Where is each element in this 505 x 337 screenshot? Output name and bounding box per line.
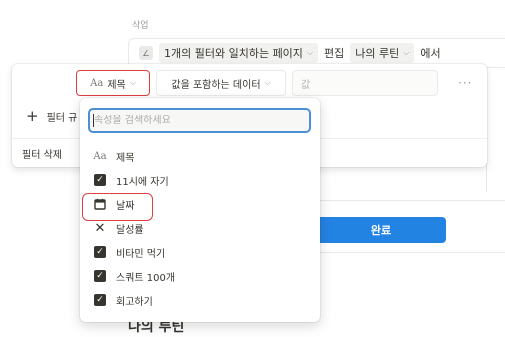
filter-count-text: 1개의 필터와 일치하는 페이지 <box>164 47 303 60</box>
property-item-retrospective[interactable]: ✓ 회고하기 <box>80 288 320 312</box>
divider <box>310 200 505 201</box>
property-item-date[interactable]: 날짜 <box>80 192 320 216</box>
view-name: 나의 루틴 <box>355 47 400 60</box>
formula-x-icon: ✕ <box>94 220 106 236</box>
add-filter-rule-label: 필터 규 <box>46 113 78 124</box>
property-select[interactable]: Aa 제목 ⌵ <box>76 70 150 96</box>
section-label: 삭업 <box>132 21 149 31</box>
checkbox-icon: ✓ <box>94 294 106 306</box>
text-type-icon: Aa <box>93 150 107 162</box>
chevron-down-icon: ⌵ <box>264 78 271 87</box>
property-item-label: 비타민 먹기 <box>116 248 166 260</box>
background-panel-edge <box>486 72 505 192</box>
property-search-box[interactable] <box>88 108 311 133</box>
text-type-icon: Aa <box>90 77 104 89</box>
property-item-take-vitamins[interactable]: ✓ 비타민 먹기 <box>80 240 320 264</box>
property-dropdown: Aa 제목 ✓ 11시에 자기 날짜 ✕ 달성률 ✓ 비타민 먹기 <box>80 98 320 322</box>
property-item-label: 11시에 자기 <box>116 176 169 188</box>
operator-select[interactable]: 값을 포함하는 데이터 ⌵ <box>156 70 286 96</box>
checkbox-icon: ✓ <box>94 246 106 258</box>
chevron-down-icon: ⌵ <box>306 48 314 57</box>
collapse-arrow-icon[interactable]: ∠ <box>139 46 153 60</box>
delete-filter-button[interactable]: 필터 삭제 <box>22 146 62 161</box>
property-item-label: 스쿼트 100개 <box>116 272 176 284</box>
property-item-label: 회고하기 <box>116 296 153 308</box>
property-list: Aa 제목 ✓ 11시에 자기 날짜 ✕ 달성률 ✓ 비타민 먹기 ✓ 스쿼트 … <box>80 144 320 312</box>
plus-icon: + <box>26 107 39 125</box>
chevron-down-icon: ⌵ <box>403 48 410 57</box>
suffix-label: 에서 <box>420 47 441 60</box>
more-options-icon[interactable]: ··· <box>458 76 472 90</box>
property-item-label: 달성률 <box>116 224 144 236</box>
view-select[interactable]: 나의 루틴 ⌵ <box>350 43 415 63</box>
property-search-input[interactable] <box>94 115 309 126</box>
filter-value-input[interactable]: 값 <box>292 70 438 96</box>
property-item-label: 제목 <box>116 152 135 164</box>
done-button[interactable]: 완료 <box>316 217 446 243</box>
add-filter-rule-button[interactable]: + 필터 규 <box>26 107 78 125</box>
edit-label: 편집 <box>324 47 345 60</box>
property-select-label: 제목 <box>107 79 126 91</box>
chevron-down-icon: ⌵ <box>129 78 136 87</box>
property-item-achievement-rate[interactable]: ✕ 달성률 <box>80 216 320 240</box>
operator-select-label: 값을 포함하는 데이터 <box>171 79 261 91</box>
filter-rule-row: Aa 제목 ⌵ 값을 포함하는 데이터 ⌵ 값 ··· <box>76 70 472 96</box>
divider <box>310 252 505 253</box>
calendar-icon <box>94 198 106 210</box>
property-item-sleep-at-11[interactable]: ✓ 11시에 자기 <box>80 168 320 192</box>
filter-value-placeholder: 값 <box>301 79 311 91</box>
property-item-title[interactable]: Aa 제목 <box>80 144 320 168</box>
property-item-squats[interactable]: ✓ 스쿼트 100개 <box>80 264 320 288</box>
checkbox-icon: ✓ <box>94 270 106 282</box>
checkbox-icon: ✓ <box>94 174 106 186</box>
property-item-label: 날짜 <box>116 200 135 212</box>
filter-count-chip[interactable]: 1개의 필터와 일치하는 페이지 ⌵ <box>159 43 319 63</box>
